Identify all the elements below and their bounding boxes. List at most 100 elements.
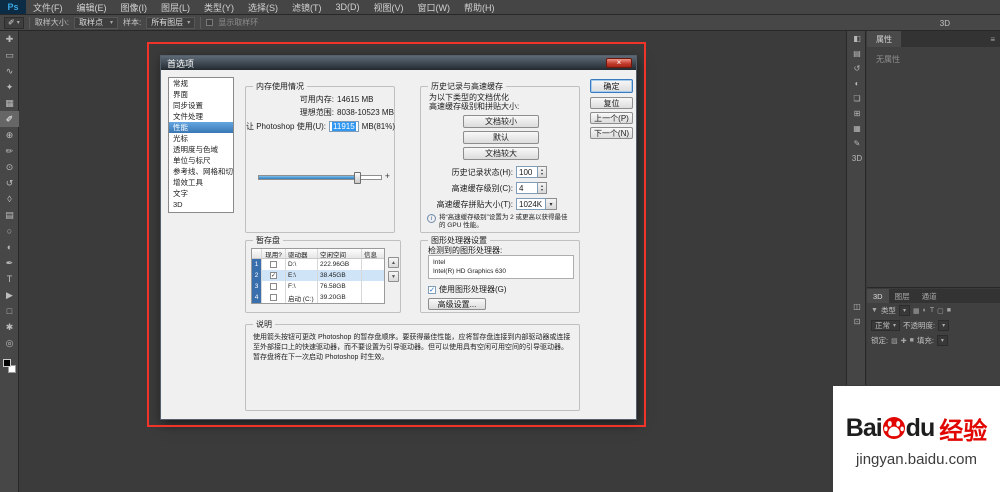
eyedropper-tool[interactable]: ✐	[0, 111, 19, 127]
menu-item-image[interactable]: 图像(I)	[114, 0, 155, 14]
photoshop-logo-icon[interactable]: Ps	[0, 0, 26, 14]
filter-adjustment-icon[interactable]: ◐	[923, 307, 927, 314]
scratch-active-checkbox[interactable]	[270, 283, 277, 290]
cache-tile-size-select[interactable]: 1024K ▾	[516, 198, 557, 210]
ok-button[interactable]: 确定	[590, 79, 633, 93]
close-button[interactable]: ×	[606, 58, 632, 68]
filter-type-icon[interactable]: T	[930, 307, 934, 314]
opacity-select[interactable]: ▾	[938, 320, 950, 331]
notes-panel-icon[interactable]: ⊡	[847, 314, 867, 329]
scratch-disk-row[interactable]: 3 F:\ 76.58GB	[252, 281, 384, 292]
move-disk-down-button[interactable]: ▼	[388, 271, 399, 282]
spinner-arrows[interactable]: ▴ ▾	[538, 182, 547, 194]
menu-item-help[interactable]: 帮助(H)	[457, 0, 502, 14]
history-states-input[interactable]: 100 ▴ ▾	[516, 166, 547, 178]
lock-all-icon[interactable]: ■	[910, 337, 914, 344]
list-item-plugins[interactable]: 增效工具	[169, 177, 233, 188]
list-item-general[interactable]: 常规	[169, 78, 233, 89]
channels-panel-icon[interactable]: ▦	[847, 121, 867, 136]
scratch-disk-row[interactable]: 2 ✓ E:\ 38.45GB	[252, 270, 384, 281]
menu-item-view[interactable]: 视图(V)	[367, 0, 411, 14]
lock-position-icon[interactable]: ✚	[901, 337, 907, 345]
shape-tool[interactable]: □	[0, 303, 19, 319]
styles-panel-icon[interactable]: ❏	[847, 91, 867, 106]
blend-mode-select[interactable]: 正常 ▾	[871, 320, 901, 331]
show-sampling-ring-checkbox[interactable]	[206, 19, 214, 26]
move-disk-up-button[interactable]: ▲	[388, 257, 399, 268]
menu-item-filter[interactable]: 滤镜(T)	[285, 0, 329, 14]
clone-stamp-tool[interactable]: ⊙	[0, 159, 19, 175]
crop-tool[interactable]: ▦	[0, 95, 19, 111]
zoom-tool[interactable]: ◎	[0, 335, 19, 351]
list-item-performance[interactable]: 性能	[169, 122, 233, 133]
filter-type-select[interactable]: ▾	[898, 305, 910, 316]
menu-item-type[interactable]: 类型(Y)	[197, 0, 241, 14]
docs-bigger-button[interactable]: 文档较大	[463, 147, 539, 160]
scratch-active-checkbox[interactable]	[270, 294, 277, 301]
sample-size-select[interactable]: 取样点 ▾	[73, 16, 118, 29]
list-item-sync[interactable]: 同步设置	[169, 100, 233, 111]
tab-layers[interactable]: 图层	[889, 289, 916, 303]
tab-properties[interactable]: 属性	[867, 31, 901, 47]
list-item-transparency[interactable]: 透明度与色域	[169, 144, 233, 155]
prev-button[interactable]: 上一个(P)	[590, 112, 633, 124]
brush-tool[interactable]: ✏	[0, 143, 19, 159]
spinner-arrows[interactable]: ▴ ▾	[538, 166, 547, 178]
path-select-tool[interactable]: ▶	[0, 287, 19, 303]
quick-select-tool[interactable]: ✦	[0, 79, 19, 95]
hand-tool[interactable]: ✱	[0, 319, 19, 335]
foreground-color-swatch[interactable]	[3, 359, 11, 367]
list-item-3d[interactable]: 3D	[169, 199, 233, 210]
spin-down-icon[interactable]: ▾	[541, 172, 543, 176]
menu-item-edit[interactable]: 编辑(E)	[70, 0, 114, 14]
timeline-panel-icon[interactable]: ◫	[847, 299, 867, 314]
cache-levels-input[interactable]: 4 ▴ ▾	[516, 182, 547, 194]
eraser-tool[interactable]: ◊	[0, 191, 19, 207]
list-item-interface[interactable]: 界面	[169, 89, 233, 100]
history-panel-icon[interactable]: ↺	[847, 61, 867, 76]
list-item-type[interactable]: 文字	[169, 188, 233, 199]
filter-shape-icon[interactable]: ▢	[937, 307, 944, 315]
tab-channels[interactable]: 通道	[916, 289, 943, 303]
default-button[interactable]: 默认	[463, 131, 539, 144]
filter-smart-icon[interactable]: ■	[947, 307, 951, 314]
scratch-active-checkbox[interactable]: ✓	[270, 272, 277, 279]
swatches-panel-icon[interactable]: ▤	[847, 46, 867, 61]
spin-down-icon[interactable]: ▾	[541, 188, 543, 192]
reset-button[interactable]: 复位	[590, 97, 633, 109]
memory-slider[interactable]	[258, 172, 382, 184]
move-tool[interactable]: ✚	[0, 31, 19, 47]
fill-select[interactable]: ▾	[936, 335, 948, 346]
color-panel-icon[interactable]: ◧	[847, 31, 867, 46]
lasso-tool[interactable]: ∿	[0, 63, 19, 79]
dodge-tool[interactable]: ◐	[0, 239, 19, 255]
lock-transparency-icon[interactable]: ▨	[891, 337, 898, 345]
scratch-disk-row[interactable]: 4 启动 (C:) 39.20GB	[252, 292, 384, 303]
info-panel-icon[interactable]: ⊞	[847, 106, 867, 121]
marquee-tool[interactable]: ▭	[0, 47, 19, 63]
list-item-guides-grid[interactable]: 参考线、网格和切片	[169, 166, 233, 177]
pen-tool[interactable]: ✒	[0, 255, 19, 271]
docs-smaller-button[interactable]: 文档较小	[463, 115, 539, 128]
workspace-switcher[interactable]: 3D	[940, 15, 950, 31]
sample-select[interactable]: 所有图层 ▾	[146, 16, 196, 29]
type-tool[interactable]: T	[0, 271, 19, 287]
dialog-titlebar[interactable]: 首选项	[161, 56, 636, 70]
blur-tool[interactable]: ○	[0, 223, 19, 239]
menu-item-layer[interactable]: 图层(L)	[154, 0, 197, 14]
scratch-active-checkbox[interactable]	[270, 261, 277, 268]
filter-pixel-icon[interactable]: ▦	[913, 307, 920, 315]
menu-item-window[interactable]: 窗口(W)	[411, 0, 458, 14]
memory-amount-input[interactable]: 11915	[329, 121, 359, 132]
history-brush-tool[interactable]: ↺	[0, 175, 19, 191]
color-swatches[interactable]	[0, 357, 19, 375]
tab-3d-panel[interactable]: 3D	[867, 289, 889, 303]
menu-item-select[interactable]: 选择(S)	[241, 0, 285, 14]
healing-tool[interactable]: ⊕	[0, 127, 19, 143]
list-item-cursors[interactable]: 光标	[169, 133, 233, 144]
scratch-disk-row[interactable]: 1 D:\ 222.96GB	[252, 259, 384, 270]
list-item-units-rulers[interactable]: 单位与标尺	[169, 155, 233, 166]
next-button[interactable]: 下一个(N)	[590, 127, 633, 139]
adjustments-panel-icon[interactable]: ◐	[847, 76, 867, 91]
gradient-tool[interactable]: ▤	[0, 207, 19, 223]
